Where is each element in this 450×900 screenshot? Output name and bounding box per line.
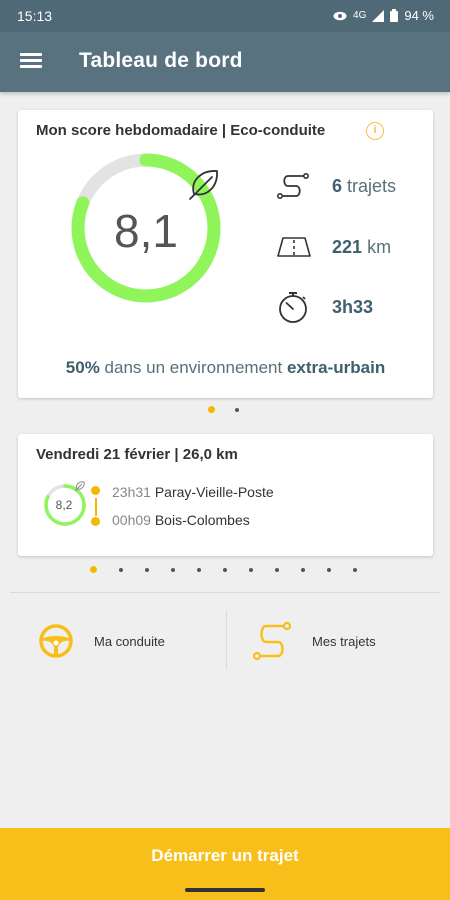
section-divider <box>10 592 440 593</box>
weekly-score-card[interactable]: Mon score hebdomadaire | Eco-conduite i … <box>18 110 433 398</box>
trip-pager-dot[interactable] <box>275 567 279 572</box>
nav-divider <box>226 610 227 670</box>
start-time: 23h31 <box>112 484 151 500</box>
trip-pager-dot[interactable] <box>327 567 331 572</box>
trip-score: 8,2 <box>55 498 73 512</box>
end-place: Bois-Colombes <box>154 512 250 528</box>
score-pager-dot[interactable] <box>208 406 215 413</box>
home-gesture-pill[interactable] <box>185 888 265 892</box>
system-nav-bar <box>0 884 450 900</box>
status-bar: 15:13 4G 94 % <box>0 0 450 32</box>
trip-pager-dot[interactable] <box>171 567 175 572</box>
ma-conduite-label: Ma conduite <box>94 633 165 649</box>
trip-start-row: 23h31 Paray-Vieille-Poste <box>112 484 274 500</box>
mini-leaf-icon <box>74 481 85 492</box>
mes-trajets-button[interactable]: Mes trajets <box>252 612 432 670</box>
status-icons: 4G 94 % <box>333 8 434 23</box>
trip-pager-dot[interactable] <box>249 567 253 572</box>
trip-pager-dot[interactable] <box>90 566 97 573</box>
ma-conduite-button[interactable]: Ma conduite <box>38 612 218 670</box>
trip-pager-dot[interactable] <box>119 567 123 572</box>
trip-pager <box>90 566 357 573</box>
route-icon <box>276 172 309 199</box>
trip-pager-dot[interactable] <box>145 567 149 572</box>
weekly-score-heading: Mon score hebdomadaire | Eco-conduite <box>36 122 326 139</box>
trip-end-row: 00h09 Bois-Colombes <box>112 512 250 528</box>
info-icon[interactable]: i <box>366 122 384 140</box>
distance-stat: 221 km <box>276 231 426 263</box>
score-value: 8,1 <box>114 205 178 257</box>
trip-pager-dot[interactable] <box>353 567 357 572</box>
stopwatch-icon <box>279 292 307 323</box>
trips-unit: trajets <box>347 175 397 196</box>
last-trip-card[interactable]: Vendredi 21 février | 26,0 km 8,2 23h31 … <box>18 434 433 556</box>
score-pager <box>208 406 239 413</box>
signal-icon <box>372 9 385 22</box>
trips-stat: 6 trajets <box>276 170 426 202</box>
trip-heading: Vendredi 21 février | 26,0 km <box>36 446 238 463</box>
mes-trajets-label: Mes trajets <box>312 633 376 649</box>
menu-button[interactable] <box>18 50 44 74</box>
start-trip-button[interactable]: Démarrer un trajet <box>0 828 450 884</box>
network-type: 4G <box>353 10 367 21</box>
trip-score-gauge: 8,2 <box>42 481 88 528</box>
duration-value: 3h33 <box>332 296 374 317</box>
start-dot <box>91 486 100 495</box>
battery-icon <box>390 9 399 22</box>
trips-count: 6 <box>332 175 343 196</box>
app-bar: Tableau de bord <box>0 32 450 92</box>
steering-wheel-icon <box>39 624 73 658</box>
trip-pager-dot[interactable] <box>223 567 227 572</box>
battery-level: 94 % <box>404 8 434 23</box>
timeline-connector <box>95 498 97 516</box>
end-time: 00h09 <box>112 512 151 528</box>
duration-stat: 3h33 <box>276 291 426 323</box>
distance-unit: km <box>367 236 392 257</box>
status-time: 15:13 <box>17 8 53 24</box>
trip-pager-dot[interactable] <box>197 567 201 572</box>
eye-icon <box>333 11 347 20</box>
page-title: Tableau de bord <box>79 49 243 72</box>
start-place: Paray-Vieille-Poste <box>154 484 274 500</box>
environment-summary: 50% dans un environnement extra-urbain <box>18 358 433 378</box>
road-icon <box>277 237 311 257</box>
score-pager-dot[interactable] <box>235 407 239 412</box>
env-type: extra-urbain <box>286 358 386 377</box>
end-dot <box>91 517 100 526</box>
trip-pager-dot[interactable] <box>301 567 305 572</box>
env-percent: 50% <box>65 358 100 377</box>
distance-value: 221 <box>332 236 363 257</box>
leaf-icon <box>189 170 218 200</box>
route-icon-yellow <box>252 621 292 661</box>
env-text: dans un environnement <box>104 358 283 377</box>
